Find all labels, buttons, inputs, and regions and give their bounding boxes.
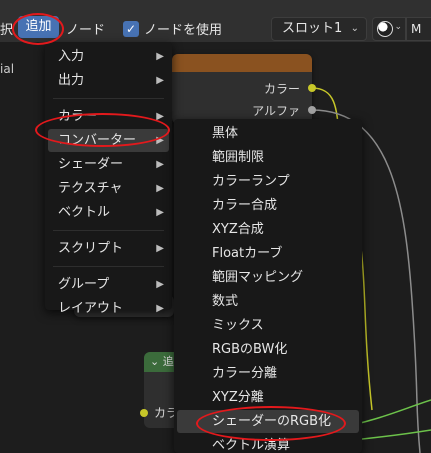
shader-node-input-row: カラ — [140, 404, 178, 421]
menu-item-label: カラー合成 — [212, 198, 278, 213]
collapse-chevron-icon[interactable]: ⌄ — [150, 355, 159, 368]
menu-separator — [53, 230, 164, 231]
chevron-down-icon: ⌄ — [394, 22, 402, 32]
menu-item-label: レイアウト — [58, 301, 124, 316]
color-socket[interactable] — [308, 84, 316, 92]
menu-item-label: XYZ分離 — [212, 390, 264, 405]
material-ball-icon — [377, 21, 393, 37]
add-menu-item[interactable]: ベクトル ▶ — [48, 201, 169, 224]
converter-menu-item[interactable]: カラー分離 — [177, 362, 359, 385]
submenu-arrow-icon: ▶ — [156, 75, 164, 86]
annotation-circle-shader-to-rgb — [196, 406, 346, 441]
menu-item-label: 数式 — [212, 294, 239, 309]
converter-menu-item[interactable]: 範囲マッピング — [177, 266, 359, 289]
input-color-socket[interactable] — [140, 408, 148, 417]
submenu-arrow-icon: ▶ — [156, 303, 164, 314]
converter-menu-item[interactable]: Floatカーブ — [177, 242, 359, 265]
converter-menu-item[interactable]: カラー合成 — [177, 194, 359, 217]
editor-header: 択 追加 ノード ✓ ノードを使用 スロット1 ⌄ ⌄ M — [0, 0, 431, 42]
converter-menu-item[interactable]: 黒体 — [177, 122, 359, 145]
alpha-socket[interactable] — [308, 106, 316, 114]
material-selector[interactable]: M — [406, 17, 431, 41]
add-menu: 入力 ▶ 出力 ▶ カラー ▶ コンバーター ▶ シェーダー ▶ テクスチャ ▶ ベクトル ▶ スクリプト ▶… — [45, 42, 172, 316]
slot-dropdown[interactable]: スロット1 ⌄ — [271, 17, 367, 41]
add-menu-item[interactable]: 出力 ▶ — [48, 69, 169, 92]
converter-menu-item[interactable]: 数式 — [177, 290, 359, 313]
add-menu-item[interactable]: グループ ▶ — [48, 273, 169, 296]
menu-item-label: シェーダー — [58, 157, 124, 172]
material-preview-button[interactable]: ⌄ — [372, 17, 406, 41]
canvas-partial-text: ial — [0, 62, 15, 76]
menu-item-label: RGBのBW化 — [212, 342, 288, 357]
submenu-arrow-icon: ▶ — [156, 243, 164, 254]
converter-menu-item[interactable]: ミックス — [177, 314, 359, 337]
submenu-arrow-icon: ▶ — [156, 159, 164, 170]
annotation-circle-converter — [35, 113, 170, 147]
converter-menu-item[interactable]: カラーランプ — [177, 170, 359, 193]
add-menu-item[interactable]: レイアウト ▶ — [48, 297, 169, 320]
node-menu-button[interactable]: ノード — [66, 19, 105, 38]
shader-node-title: 追 — [162, 355, 174, 368]
menu-item-label: カラーランプ — [212, 174, 290, 189]
converter-menu-item[interactable]: RGBのBW化 — [177, 338, 359, 361]
node-header — [172, 54, 312, 72]
use-nodes-checkbox[interactable]: ✓ — [123, 21, 139, 37]
converter-menu-item[interactable]: XYZ合成 — [177, 218, 359, 241]
menu-separator — [53, 98, 164, 99]
menu-item-label: XYZ合成 — [212, 222, 264, 237]
menu-item-label: テクスチャ — [58, 181, 123, 196]
annotation-circle-add — [12, 13, 64, 45]
converter-menu-item[interactable]: 範囲制限 — [177, 146, 359, 169]
menu-item-label: 入力 — [58, 49, 85, 64]
output-color-label: カラー — [263, 81, 300, 96]
menu-item-label: ミックス — [212, 318, 264, 333]
menu-item-label: 範囲マッピング — [212, 270, 304, 285]
output-color-row: カラー — [263, 78, 316, 98]
menu-item-label: 範囲制限 — [212, 150, 265, 165]
add-menu-item[interactable]: 入力 ▶ — [48, 45, 169, 68]
menu-item-label: 黒体 — [212, 126, 239, 141]
menu-item-label: Floatカーブ — [212, 246, 283, 261]
menu-separator — [53, 266, 164, 267]
menu-item-label: グループ — [58, 277, 110, 292]
add-menu-item[interactable]: スクリプト ▶ — [48, 237, 169, 260]
use-nodes-label: ノードを使用 — [144, 23, 223, 38]
menu-item-label: ベクトル — [58, 205, 111, 220]
menu-item-label: スクリプト — [58, 241, 124, 256]
chevron-down-icon: ⌄ — [350, 23, 359, 34]
image-node[interactable]: カラー アルファ — [172, 54, 316, 124]
converter-submenu: 黒体範囲制限カラーランプ カラー合成 XYZ合成 Floatカーブ範囲マッピング 数式ミ… — [174, 119, 362, 453]
add-menu-item[interactable]: テクスチャ ▶ — [48, 177, 169, 200]
submenu-arrow-icon: ▶ — [156, 279, 164, 290]
output-alpha-row: アルファ — [252, 100, 316, 120]
submenu-arrow-icon: ▶ — [156, 183, 164, 194]
menu-item-label: 出力 — [58, 73, 85, 88]
material-name-partial: M — [411, 22, 422, 36]
output-alpha-label: アルファ — [252, 103, 300, 118]
slot-value: スロット1 — [282, 21, 343, 36]
menu-item-label: カラー分離 — [212, 366, 278, 381]
submenu-arrow-icon: ▶ — [156, 51, 164, 62]
add-menu-item[interactable]: シェーダー ▶ — [48, 153, 169, 176]
submenu-arrow-icon: ▶ — [156, 207, 164, 218]
